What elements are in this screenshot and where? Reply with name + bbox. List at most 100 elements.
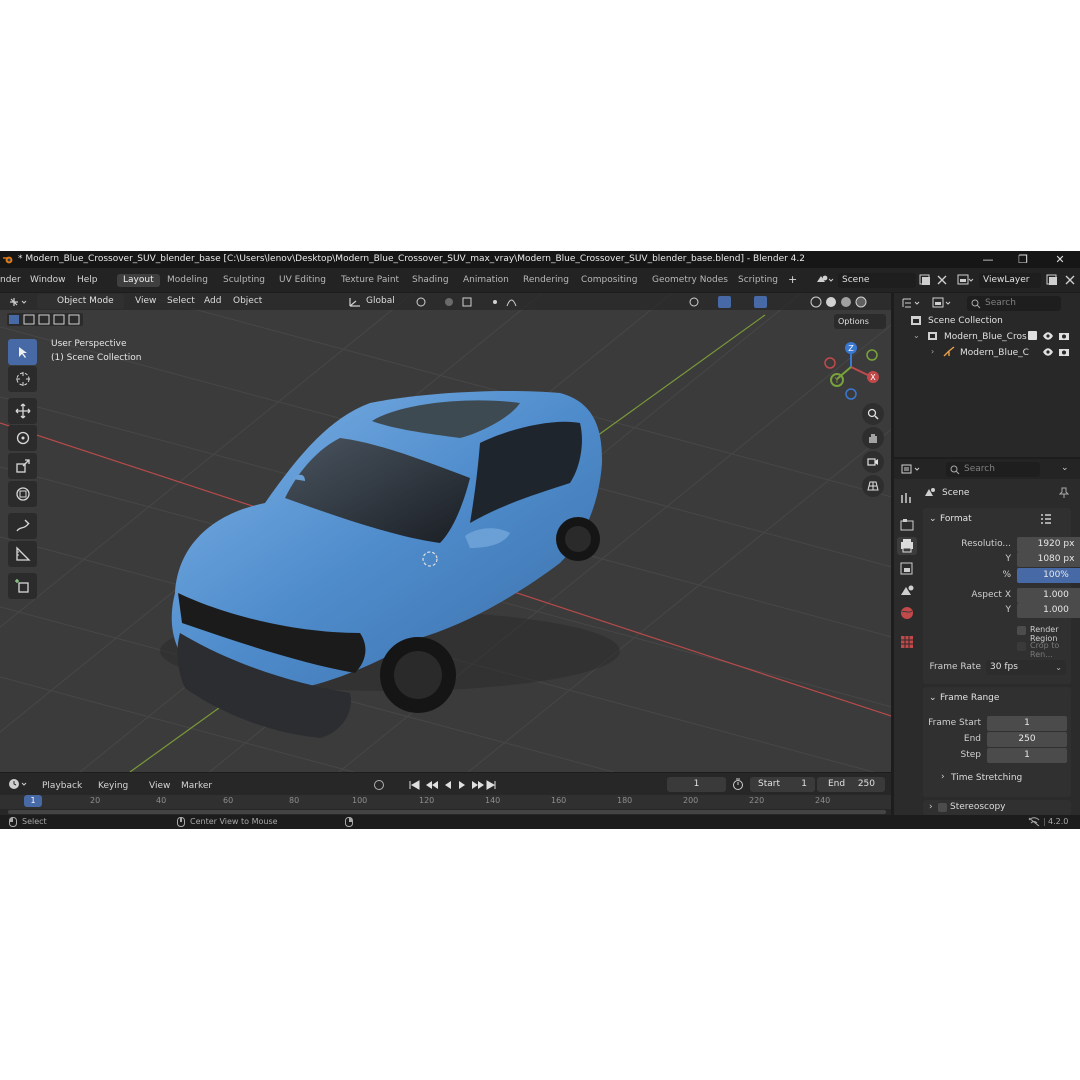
format-panel-toggle[interactable]: ⌄: [929, 514, 937, 524]
playhead-frame[interactable]: 1: [24, 795, 42, 807]
render-tab-icon[interactable]: [899, 517, 915, 533]
minimize-button[interactable]: —: [973, 251, 1003, 268]
workspace-tab-compositing[interactable]: Compositing: [575, 274, 643, 287]
menu-window[interactable]: Window: [30, 275, 66, 285]
outliner-search-field[interactable]: Search: [967, 296, 1061, 311]
pan-view-button[interactable]: [862, 427, 884, 449]
delete-scene-icon[interactable]: [936, 274, 948, 286]
outliner-item-object[interactable]: Modern_Blue_C: [960, 348, 1029, 358]
timeline-menu-keying[interactable]: Keying: [98, 781, 128, 791]
world-tab-icon[interactable]: [899, 605, 915, 621]
timeline-menu-marker[interactable]: Marker: [181, 781, 212, 791]
workspace-tab-scripting[interactable]: Scripting: [732, 274, 784, 287]
outliner-item-collection[interactable]: Modern_Blue_Cros: [944, 332, 1027, 342]
texture-tab-icon[interactable]: [899, 634, 915, 650]
expand-arrow-icon[interactable]: ⌄: [913, 331, 920, 340]
current-frame-field[interactable]: 1: [667, 777, 726, 792]
tool-rotate[interactable]: [8, 425, 37, 451]
output-tab-active[interactable]: [897, 537, 917, 555]
menu-render[interactable]: nder: [0, 275, 21, 285]
viewport-shading-icons[interactable]: [688, 295, 888, 309]
render-camera-icon[interactable]: [1058, 347, 1070, 357]
timeline-scrollbar[interactable]: [8, 810, 886, 814]
time-stretching-toggle[interactable]: ›: [941, 772, 945, 782]
aspect-y-field[interactable]: 1.000: [1017, 603, 1080, 618]
format-panel-header[interactable]: Format: [940, 514, 972, 524]
chevron-down-icon[interactable]: ⌄: [1061, 463, 1069, 473]
mode-dropdown[interactable]: Object Mode: [37, 294, 124, 309]
zoom-view-button[interactable]: [862, 403, 884, 425]
frame-range-panel-toggle[interactable]: ⌄: [929, 693, 937, 703]
presets-list-icon[interactable]: [1040, 514, 1052, 524]
workspace-tab-modeling[interactable]: Modeling: [161, 274, 214, 287]
viewport-menu-select[interactable]: Select: [167, 296, 195, 306]
render-camera-icon[interactable]: [1058, 331, 1070, 341]
resolution-y-field[interactable]: 1080 px: [1017, 552, 1080, 567]
view-layer-selector-icon[interactable]: [957, 274, 975, 286]
options-dropdown[interactable]: Options: [834, 314, 886, 329]
tool-move[interactable]: [8, 398, 37, 424]
stopwatch-icon[interactable]: [732, 778, 744, 791]
pin-icon[interactable]: [1059, 487, 1069, 498]
3d-viewport[interactable]: Object Mode View Select Add Object Globa…: [0, 293, 891, 772]
properties-search-field[interactable]: Search: [946, 462, 1040, 477]
perspective-toggle-button[interactable]: [862, 475, 884, 497]
scene-collection-label[interactable]: Scene Collection: [928, 316, 1003, 326]
workspace-tab-rendering[interactable]: Rendering: [517, 274, 575, 287]
time-stretching-header[interactable]: Time Stretching: [951, 773, 1022, 783]
frame-step-field[interactable]: 1: [987, 748, 1067, 763]
expand-arrow-icon[interactable]: ›: [931, 347, 934, 356]
scene-tab-icon[interactable]: [899, 583, 915, 599]
workspace-tab-layout[interactable]: Layout: [117, 274, 160, 287]
view-layer-tab-icon[interactable]: [899, 561, 915, 577]
viewport-menu-object[interactable]: Object: [233, 296, 262, 306]
tool-add-cube[interactable]: [8, 573, 37, 599]
tool-transform[interactable]: [8, 481, 37, 507]
resolution-percent-slider[interactable]: 100%: [1017, 568, 1080, 583]
collection-checkbox[interactable]: [1028, 331, 1037, 340]
frame-end-field[interactable]: End 250: [817, 777, 885, 792]
viewport-menu-view[interactable]: View: [135, 296, 156, 306]
editor-type-icon[interactable]: [8, 296, 30, 308]
frame-range-panel-header[interactable]: Frame Range: [940, 693, 999, 703]
scene-field[interactable]: Scene: [838, 273, 916, 288]
timeline-menu-view[interactable]: View: [149, 781, 170, 791]
tool-cursor[interactable]: [8, 366, 37, 392]
transform-orientation-dropdown[interactable]: Global: [366, 296, 395, 306]
aspect-x-field[interactable]: 1.000: [1017, 588, 1080, 603]
close-button[interactable]: ✕: [1045, 251, 1075, 268]
tool-measure[interactable]: [8, 541, 37, 567]
outliner-editor-type-icon[interactable]: [901, 297, 923, 309]
workspace-tab-sculpting[interactable]: Sculpting: [217, 274, 271, 287]
camera-view-button[interactable]: [862, 451, 884, 473]
tool-annotate[interactable]: [8, 513, 37, 539]
tool-select-box[interactable]: [8, 339, 37, 365]
workspace-tab-texture-paint[interactable]: Texture Paint: [335, 274, 405, 287]
frame-end-prop-field[interactable]: 250: [987, 732, 1067, 747]
tool-scale[interactable]: [8, 453, 37, 479]
properties-editor-type-icon[interactable]: [901, 463, 923, 475]
menu-help[interactable]: Help: [77, 275, 98, 285]
view-layer-field[interactable]: ViewLayer: [979, 273, 1041, 288]
eye-icon[interactable]: [1042, 347, 1054, 357]
render-region-checkbox[interactable]: [1017, 626, 1026, 635]
workspace-tab-uv-editing[interactable]: UV Editing: [273, 274, 332, 287]
eye-icon[interactable]: [1042, 331, 1054, 341]
stereoscopy-toggle[interactable]: ›: [929, 802, 933, 812]
workspace-tab-animation[interactable]: Animation: [457, 274, 515, 287]
timeline-menu-playback[interactable]: Playback: [42, 781, 82, 791]
resolution-x-field[interactable]: 1920 px: [1017, 537, 1080, 552]
new-view-layer-icon[interactable]: [1046, 274, 1058, 286]
tool-tab-icon[interactable]: [899, 490, 915, 506]
workspace-tab-shading[interactable]: Shading: [406, 274, 455, 287]
selection-mode-buttons[interactable]: [7, 313, 83, 326]
delete-view-layer-icon[interactable]: [1064, 274, 1076, 286]
snapping-icons[interactable]: [415, 296, 525, 308]
new-scene-icon[interactable]: [919, 274, 931, 286]
maximize-button[interactable]: ❐: [1008, 251, 1038, 268]
timeline-editor-type-icon[interactable]: [8, 778, 30, 790]
display-mode-icon[interactable]: [932, 297, 954, 309]
scene-selector-icon[interactable]: [815, 274, 835, 286]
stereoscopy-checkbox[interactable]: [938, 803, 947, 812]
frame-start-field[interactable]: Start 1: [750, 777, 815, 792]
